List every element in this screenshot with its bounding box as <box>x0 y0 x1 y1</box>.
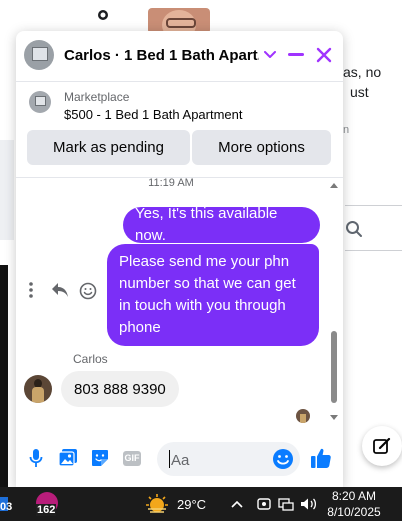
photo-icon[interactable] <box>57 447 79 469</box>
chevron-up-icon[interactable] <box>230 495 244 513</box>
taskbar: 03 162 29°C 8:20 AM 8/10/2025 <box>0 487 402 521</box>
meet-now-icon[interactable] <box>256 495 272 513</box>
listing-label: Marketplace <box>64 90 130 104</box>
more-actions-icon[interactable] <box>28 281 34 301</box>
listing-title[interactable]: $500 - 1 Bed 1 Bath Apartment <box>64 107 243 122</box>
close-icon[interactable] <box>314 45 334 65</box>
listing-avatar[interactable] <box>24 40 54 70</box>
outgoing-message[interactable]: Please send me your phn number so that w… <box>107 244 319 346</box>
volume-icon[interactable] <box>300 495 318 513</box>
react-emoji-icon[interactable] <box>78 281 98 301</box>
message-input[interactable] <box>169 449 268 471</box>
seen-indicator-avatar <box>296 409 310 423</box>
message-timestamp: 11:19 AM <box>148 177 194 189</box>
taskbar-app-badge: 162 <box>36 504 57 516</box>
scroll-up-arrow[interactable] <box>330 183 338 188</box>
microphone-icon[interactable] <box>25 447 47 469</box>
marketplace-listing: Marketplace $500 - 1 Bed 1 Bath Apartmen… <box>16 82 343 178</box>
message-thread: 11:19 AM Yes, It's this available now. P… <box>16 177 343 429</box>
emoji-icon[interactable] <box>271 447 295 471</box>
clock-date[interactable]: 8/10/2025 <box>322 505 386 519</box>
text-cursor <box>169 450 170 468</box>
network-icon[interactable] <box>278 495 294 513</box>
chat-header: Carlos · 1 Bed 1 Bath Apart... <box>16 31 343 82</box>
background-panel <box>0 140 14 240</box>
sender-avatar[interactable] <box>24 375 52 403</box>
compose-icon <box>373 437 391 454</box>
background-text: as, no <box>343 64 382 80</box>
scroll-thumb[interactable] <box>331 331 337 403</box>
new-message-button[interactable] <box>362 426 402 466</box>
background-divider <box>345 205 402 206</box>
background-small-text: n <box>343 124 350 136</box>
background-panel <box>0 265 8 487</box>
chevron-down-icon[interactable] <box>260 45 280 65</box>
temperature[interactable]: 29°C <box>177 497 206 512</box>
minimize-icon[interactable] <box>286 45 306 65</box>
thumbs-up-icon[interactable] <box>310 447 332 469</box>
search-icon[interactable] <box>345 220 363 238</box>
sticker-icon[interactable] <box>89 447 111 469</box>
sender-name: Carlos <box>73 352 108 366</box>
more-options-button[interactable]: More options <box>192 130 331 165</box>
chat-title[interactable]: Carlos · 1 Bed 1 Bath Apart... <box>64 47 259 64</box>
clock-time[interactable]: 8:20 AM <box>328 489 380 503</box>
chat-window: Carlos · 1 Bed 1 Bath Apart... Marketpla… <box>16 31 343 487</box>
weather-icon[interactable] <box>145 493 169 515</box>
message-scrollbar[interactable] <box>329 183 339 423</box>
taskbar-badge-count: 03 <box>0 501 13 513</box>
mark-as-pending-button[interactable]: Mark as pending <box>27 130 190 165</box>
background-text: ust <box>350 84 369 100</box>
gif-icon[interactable]: GIF <box>121 447 143 469</box>
background-divider <box>345 250 402 251</box>
reply-icon[interactable] <box>50 281 70 301</box>
listing-thumbnail[interactable] <box>29 91 51 113</box>
scroll-down-arrow[interactable] <box>330 415 338 420</box>
incoming-message[interactable]: 803 888 9390 <box>61 371 179 407</box>
message-composer: GIF <box>16 431 343 487</box>
message-input-container <box>157 442 300 476</box>
background-icon <box>98 10 108 20</box>
outgoing-message[interactable]: Yes, It's this available now. <box>123 205 320 244</box>
